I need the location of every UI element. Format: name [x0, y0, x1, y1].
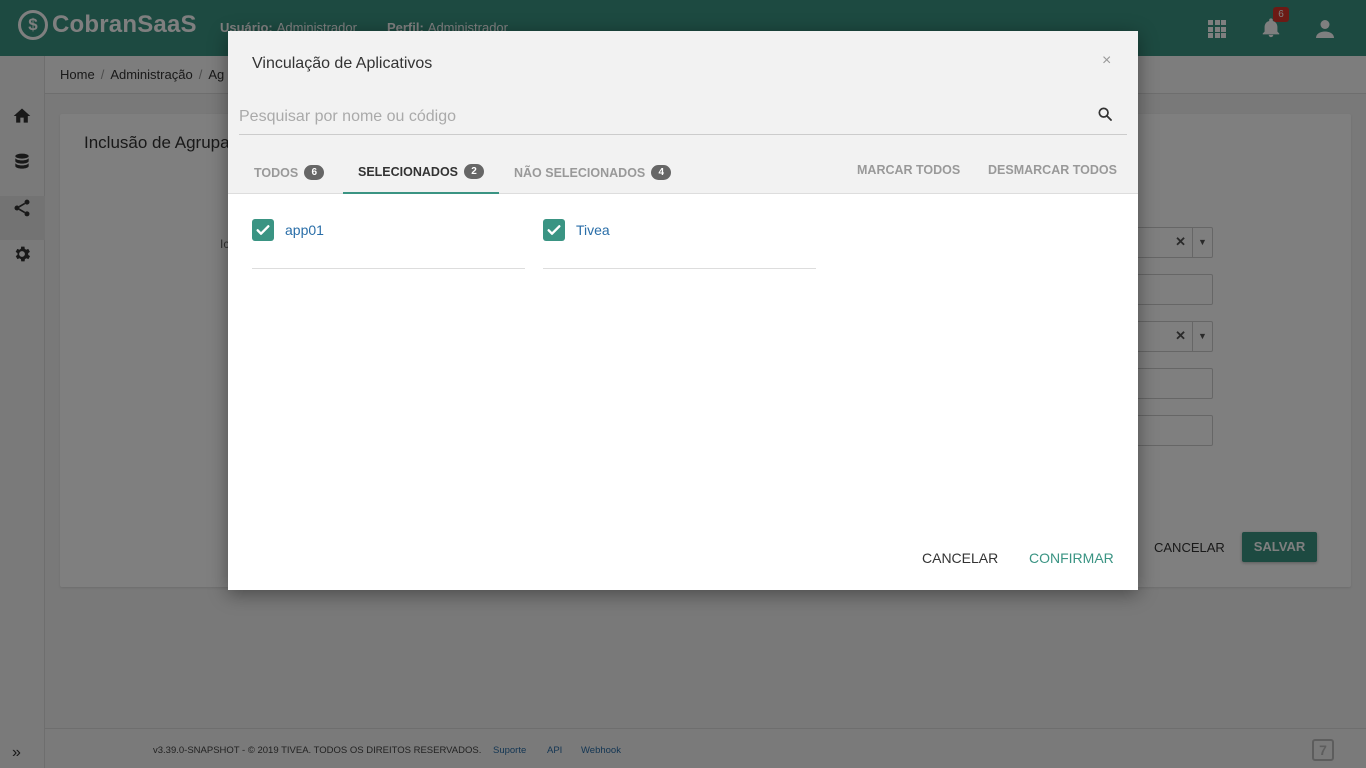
modal-title: Vinculação de Aplicativos: [252, 55, 433, 72]
search-input[interactable]: [239, 99, 1127, 135]
list-item[interactable]: app01: [252, 219, 525, 269]
tab-not-selected[interactable]: NÃO SELECIONADOS 4: [499, 151, 686, 194]
tab-label: NÃO SELECIONADOS: [514, 165, 646, 180]
search-icon[interactable]: [1097, 106, 1113, 122]
checkmark-icon: [547, 225, 561, 235]
tab-count-badge: 6: [304, 165, 325, 180]
tab-selected[interactable]: SELECIONADOS 2: [343, 151, 500, 194]
item-label[interactable]: Tivea: [576, 222, 610, 238]
modal-confirm-button[interactable]: CONFIRMAR: [1029, 550, 1114, 566]
link-apps-modal: Vinculação de Aplicativos × TODOS 6 SELE…: [228, 31, 1138, 590]
modal-header: Vinculação de Aplicativos × TODOS 6 SELE…: [228, 31, 1138, 194]
unmark-all-button[interactable]: DESMARCAR TODOS: [988, 163, 1117, 177]
checkmark-icon: [256, 225, 270, 235]
tab-count-badge: 4: [651, 165, 672, 180]
tab-count-badge: 2: [464, 164, 485, 179]
tab-label: TODOS: [254, 165, 299, 180]
checkbox-checked[interactable]: [252, 219, 274, 241]
list-item[interactable]: Tivea: [543, 219, 816, 269]
modal-cancel-button[interactable]: CANCELAR: [922, 550, 998, 566]
item-label[interactable]: app01: [285, 222, 324, 238]
close-icon[interactable]: ×: [1102, 52, 1111, 70]
mark-all-button[interactable]: MARCAR TODOS: [857, 163, 960, 177]
tab-label: SELECIONADOS: [358, 164, 459, 179]
tab-all[interactable]: TODOS 6: [239, 151, 339, 194]
checkbox-checked[interactable]: [543, 219, 565, 241]
